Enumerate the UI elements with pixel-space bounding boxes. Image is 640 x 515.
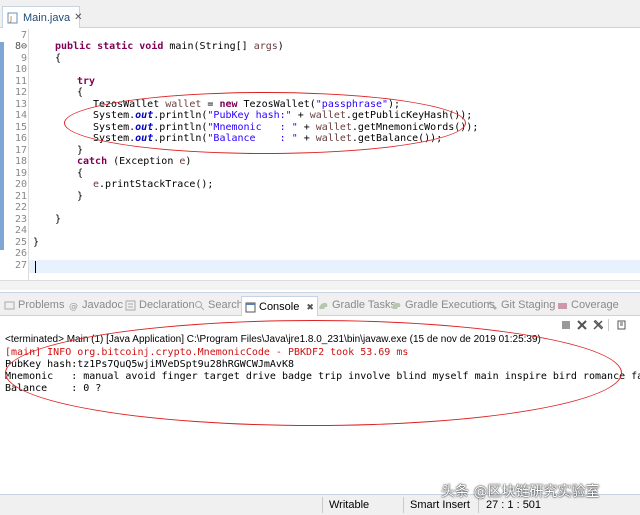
java-file-icon: J [7,12,19,24]
line-number: 23 [14,214,27,225]
separator-icon [608,319,612,331]
close-icon[interactable]: ✕ [74,12,82,23]
tab-label: Gradle Executions [405,299,495,311]
annotation-ellipse-code [64,92,466,154]
watermark: 头条 @区块链研究实验室 [441,484,600,500]
code-line-19: { [77,168,84,179]
line-number: 10 [14,64,27,75]
line-number: 16 [14,133,27,144]
tab-search[interactable]: Search [194,296,243,314]
declaration-icon [125,300,136,311]
code-editor[interactable]: 7 8⊖ 9 10 11 12 13 14 15 16 17 18 19 20 … [0,29,640,290]
coverage-icon [557,300,568,311]
code-line-11: try [77,76,96,87]
gradle-icon [318,300,329,311]
line-number: 26 [14,248,27,259]
tab-coverage[interactable]: Coverage [557,296,619,314]
line-number: 20 [14,179,27,190]
horizontal-scrollbar[interactable] [0,280,640,290]
line-number: 8⊖ [14,41,27,52]
line-number: 27 [14,260,27,271]
remove-all-icon[interactable] [592,319,604,331]
tab-label: Problems [18,299,65,311]
problems-icon [4,300,15,311]
console-view[interactable]: <terminated> Main (1) [Java Application]… [0,316,640,494]
close-icon[interactable]: ✖ [306,302,314,313]
tab-declaration[interactable]: Declaration [125,296,195,314]
tab-label: Gradle Tasks [332,299,396,311]
annotation-ellipse-console [5,320,622,426]
code-line-20: e.printStackTrace(); [93,179,214,190]
svg-text:J: J [9,15,12,23]
tab-label: Console [259,301,300,313]
line-number: 24 [14,225,27,236]
console-toolbar [560,318,640,332]
line-number: 18 [14,156,27,167]
line-number: 12 [14,87,27,98]
line-number: 9 [20,53,27,64]
tab-gradle-tasks[interactable]: Gradle Tasks [318,296,396,314]
code-line-17: } [77,145,84,156]
search-icon [194,300,205,311]
tab-gradle-executions[interactable]: Gradle Executions [391,296,495,314]
line-number: 19 [14,168,27,179]
line-number: 11 [14,76,27,87]
code-line-8: public static void main(String[] args) [55,41,284,52]
remove-launch-icon[interactable] [576,319,588,331]
tab-label: Declaration [139,299,195,311]
line-number: 13 [14,99,27,110]
view-tab-bar: Problems @ Javadoc Declaration Search Co… [0,292,640,317]
scroll-lock-icon[interactable] [616,319,628,331]
editor-tab-bar: J Main.java ✕ [0,0,640,28]
console-icon [245,302,256,313]
status-writable: Writable [329,499,370,511]
editor-tab-main-java[interactable]: J Main.java ✕ [2,6,82,28]
tab-javadoc[interactable]: @ Javadoc [68,296,123,314]
gradle-icon [391,300,402,311]
tab-label: Coverage [571,299,619,311]
code-line-21: } [77,191,84,202]
line-number: 21 [14,191,27,202]
text-caret [35,261,36,273]
line-number: 17 [14,145,27,156]
line-number: 15 [14,122,27,133]
code-line-23: } [55,214,62,225]
tab-problems[interactable]: Problems [4,296,64,314]
terminate-icon[interactable] [560,319,572,331]
tab-label: Search [208,299,243,311]
line-number: 14 [14,110,27,121]
current-line-highlight [29,260,640,273]
tab-git-staging[interactable]: Git Staging [487,296,555,314]
line-number: 7 [20,30,27,41]
tab-console[interactable]: Console ✖ [241,296,318,317]
code-line-9: { [55,53,62,64]
code-line-18: catch (Exception e) [77,156,192,167]
git-icon [487,300,498,311]
code-line-12: { [77,87,84,98]
svg-text:@: @ [69,302,78,311]
tab-label: Git Staging [501,299,556,311]
line-number: 25 [14,237,27,248]
code-line-25: } [33,237,40,248]
javadoc-icon: @ [68,300,79,312]
line-number: 22 [14,202,27,213]
editor-tab-label: Main.java [23,11,71,24]
tab-label: Javadoc [82,299,123,311]
